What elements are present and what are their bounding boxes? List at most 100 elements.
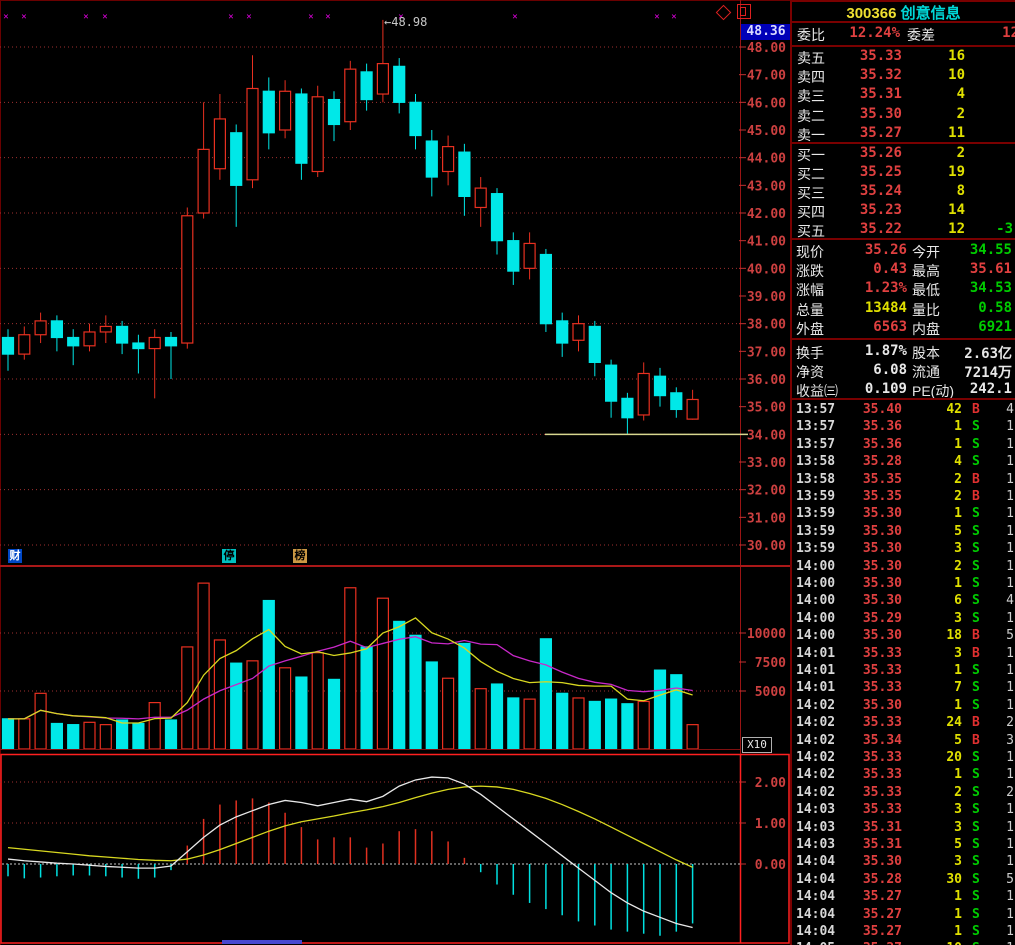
quote-label: 总量	[796, 300, 824, 320]
tick-price: 35.30	[822, 593, 902, 608]
stock-header[interactable]: 300366 创意信息	[792, 2, 1015, 23]
tick-direction: B	[972, 628, 986, 643]
tick-count: 1	[992, 524, 1014, 539]
restore-window-icon[interactable]	[737, 4, 751, 19]
quote-value: 6.08	[844, 362, 907, 378]
svg-text:32.00: 32.00	[747, 484, 786, 499]
tick-count: 4	[992, 402, 1014, 417]
svg-text:✕: ✕	[308, 12, 313, 22]
tick-row: 14:0235.3324B2	[792, 715, 1015, 732]
tick-direction: S	[972, 524, 986, 539]
tick-row: 13:5935.301S1	[792, 506, 1015, 523]
tick-price: 35.28	[822, 454, 902, 469]
tick-row: 14:0035.301S1	[792, 576, 1015, 593]
svg-text:✕: ✕	[3, 12, 8, 22]
tick-price: 35.33	[822, 680, 902, 695]
volume-pane: 1000075005000	[0, 566, 790, 750]
svg-text:2.00: 2.00	[755, 776, 786, 791]
tick-direction: B	[972, 472, 986, 487]
tick-price: 35.34	[822, 733, 902, 748]
tick-direction: S	[972, 506, 986, 521]
macd-pane: 2.001.000.00	[0, 755, 789, 944]
kline-pane: 48.0047.0046.0045.0044.0043.0042.0041.00…	[0, 12, 786, 554]
svg-text:31.00: 31.00	[747, 511, 786, 526]
quote-label: 最高	[912, 261, 940, 281]
tick-count: 4	[992, 593, 1014, 608]
tick-count: 1	[992, 559, 1014, 574]
quote-value: 6563	[844, 319, 907, 335]
svg-text:✕: ✕	[102, 12, 107, 22]
tick-direction: S	[972, 907, 986, 922]
commission-ratio-row: 委比 12.24% 委差 12	[792, 25, 1015, 45]
quote-value: 1.23%	[844, 280, 907, 296]
tick-price: 35.30	[822, 698, 902, 713]
quote-value: 242.1	[937, 381, 1012, 397]
svg-text:✕: ✕	[512, 12, 517, 22]
svg-text:30.00: 30.00	[747, 539, 786, 554]
weicha-label: 委差	[907, 25, 935, 45]
svg-text:✕: ✕	[671, 12, 676, 22]
tick-count: 2	[992, 715, 1014, 730]
svg-text:7500: 7500	[755, 656, 786, 671]
stock-name: 创意信息	[901, 5, 961, 22]
tick-price: 35.27	[822, 907, 902, 922]
svg-text:41.00: 41.00	[747, 235, 786, 250]
ask-row[interactable]: 卖二35.302	[792, 106, 1015, 125]
tick-direction: S	[972, 941, 986, 945]
tick-volume: 18	[907, 628, 962, 643]
tick-row: 13:5935.303S1	[792, 541, 1015, 558]
tick-direction: S	[972, 576, 986, 591]
chart-scrollbar-thumb[interactable]	[222, 940, 302, 944]
ask-volume: 2	[910, 106, 965, 122]
quote-row: 现价35.26今开34.55	[792, 242, 1015, 261]
ask-row[interactable]: 卖四35.3210	[792, 67, 1015, 86]
tick-count: 3	[992, 733, 1014, 748]
tick-volume: 20	[907, 750, 962, 765]
tick-price: 35.35	[822, 472, 902, 487]
event-badge-bang[interactable]: 榜	[293, 549, 307, 563]
ask-row[interactable]: 卖三35.314	[792, 86, 1015, 105]
event-badge-ting[interactable]: 停	[222, 549, 236, 563]
ask-row[interactable]: 卖一35.2711	[792, 125, 1015, 144]
tick-direction: S	[972, 680, 986, 695]
ask-row[interactable]: 卖五35.3316	[792, 48, 1015, 67]
tick-direction: S	[972, 541, 986, 556]
bid-row[interactable]: 买四35.2314	[792, 202, 1015, 221]
bid-price: 35.23	[822, 202, 902, 218]
bid-row[interactable]: 买一35.262	[792, 145, 1015, 164]
ask-price: 35.32	[822, 67, 902, 83]
tick-volume: 10	[907, 941, 962, 945]
tick-row: 14:0135.333B1	[792, 646, 1015, 663]
tick-direction: S	[972, 785, 986, 800]
tick-count: 1	[992, 924, 1014, 939]
tick-row: 13:5735.4042B4	[792, 402, 1015, 419]
tick-price: 35.33	[822, 663, 902, 678]
tick-volume: 3	[907, 646, 962, 661]
weibi-label: 委比	[797, 25, 825, 45]
tick-price: 35.33	[822, 715, 902, 730]
svg-text:38.00: 38.00	[747, 318, 786, 333]
tick-price: 35.36	[822, 419, 902, 434]
tick-price: 35.35	[822, 489, 902, 504]
ask-label: 卖五	[797, 48, 825, 68]
tick-direction: S	[972, 889, 986, 904]
tick-price: 35.33	[822, 802, 902, 817]
ask-label: 卖二	[797, 106, 825, 126]
quote-value: 2.63亿	[937, 343, 1012, 363]
tick-row: 14:0135.337S1	[792, 680, 1015, 697]
weicha-value: 12	[979, 25, 1015, 41]
tick-volume: 1	[907, 437, 962, 452]
bid-row[interactable]: 买二35.2519	[792, 164, 1015, 183]
svg-text:47.00: 47.00	[747, 69, 786, 84]
tick-price: 35.30	[822, 854, 902, 869]
tick-row: 14:0235.332S2	[792, 785, 1015, 802]
tick-price: 35.33	[822, 767, 902, 782]
event-badge-cai[interactable]: 财	[8, 549, 22, 563]
tick-volume: 6	[907, 593, 962, 608]
tick-price: 35.30	[822, 576, 902, 591]
tick-volume: 2	[907, 559, 962, 574]
svg-text:✕: ✕	[21, 12, 26, 22]
tick-price: 35.30	[822, 559, 902, 574]
bid-row[interactable]: 买三35.248	[792, 183, 1015, 202]
bid-label: 买一	[797, 145, 825, 165]
